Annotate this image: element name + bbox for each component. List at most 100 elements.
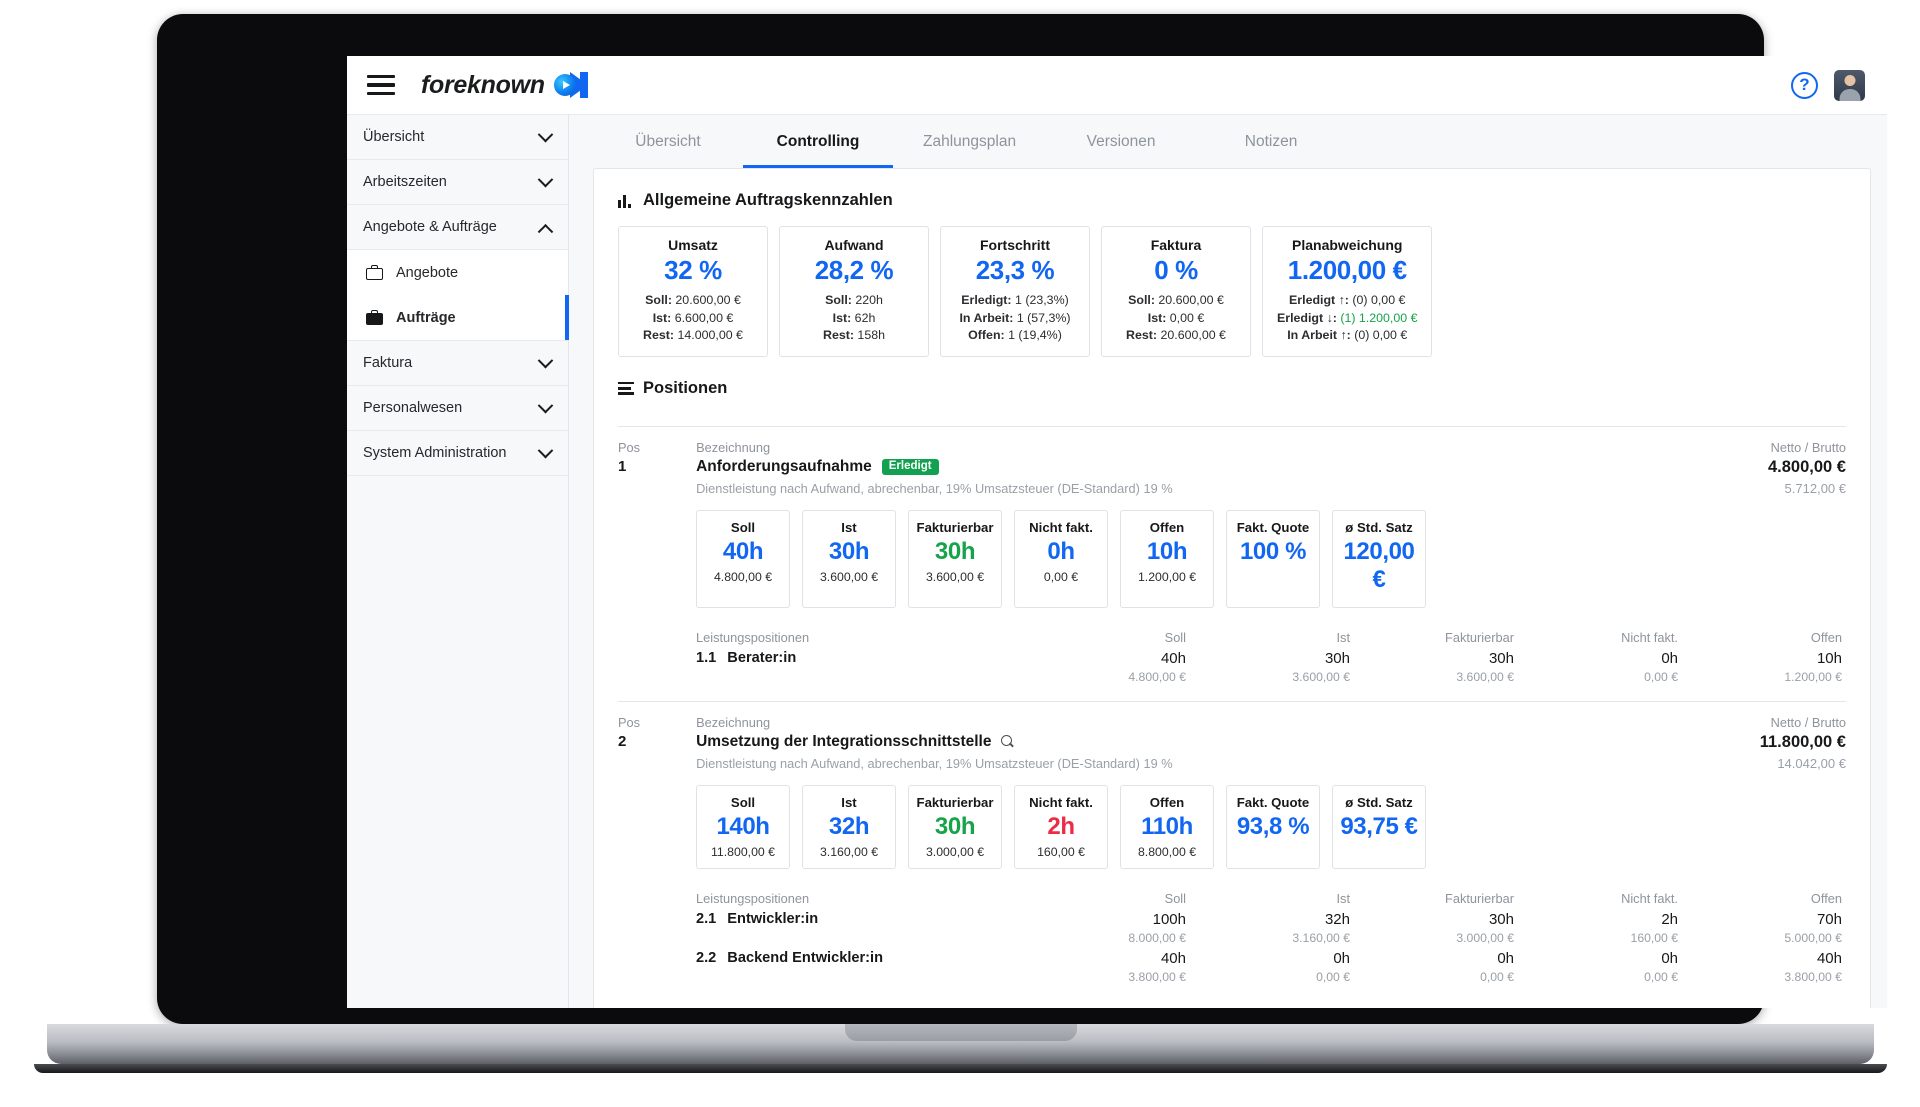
sidebar-group-angebote-auftraege[interactable]: Angebote & Aufträge <box>347 205 568 250</box>
position-title-row: Umsetzung der Integrationsschnittstelle <box>696 733 1173 751</box>
help-icon[interactable]: ? <box>1791 71 1818 99</box>
kpi-details: Erledigt ↑: (0) 0,00 € Erledigt ↓: (1) 1.… <box>1277 292 1417 345</box>
kpi-value: 28,2 % <box>814 255 894 285</box>
hamburger-line <box>367 91 395 95</box>
tab-notizen[interactable]: Notizen <box>1196 115 1346 168</box>
tab-label: Controlling <box>776 132 860 150</box>
service-line-money: 0,00 € <box>1316 969 1350 984</box>
positions-list: Pos 1 Bezeichnung Anforderungsaufnahme Erled… <box>618 414 1846 984</box>
avatar[interactable] <box>1834 69 1865 101</box>
sidebar-item-angebote[interactable]: Angebote <box>347 250 568 295</box>
briefcase-filled-icon <box>366 310 383 325</box>
sidebar-group-faktura[interactable]: Faktura <box>347 341 568 386</box>
sidebar-item-label: Angebote <box>396 264 459 281</box>
metric-label: Fakturierbar <box>916 519 994 535</box>
kpi-detail-key: Rest: <box>823 328 854 343</box>
service-line-hours: 40h <box>1160 649 1186 667</box>
kpi-label: Umsatz <box>668 237 718 253</box>
service-line-money: 4.800,00 € <box>1128 669 1186 684</box>
metric-label: Ist <box>841 794 857 810</box>
briefcase-outline-icon <box>366 265 383 280</box>
kpi-detail-value: 220h <box>851 293 883 307</box>
service-line-hours: 32h <box>1324 910 1350 928</box>
metric-money: 3.600,00 € <box>819 569 879 584</box>
metric-card: Offen 110h 8.800,00 € <box>1120 784 1214 869</box>
tab-uebersicht[interactable]: Übersicht <box>593 115 743 168</box>
hamburger-icon[interactable] <box>367 75 395 95</box>
sidebar-group-uebersicht[interactable]: Übersicht <box>347 115 568 160</box>
tab-label: Übersicht <box>635 132 701 150</box>
service-lines-label: Leistungspositionen <box>696 890 810 906</box>
metric-money: 3.600,00 € <box>925 569 985 584</box>
bar-chart-icon <box>618 194 634 208</box>
kpi-details: Erledigt: 1 (23,3%) In Arbeit: 1 (57,3%) O… <box>955 292 1075 345</box>
service-line-hours: 30h <box>1488 649 1514 667</box>
service-lines-column-header: Ist <box>1336 890 1350 906</box>
metric-label: ø Std. Satz <box>1345 794 1413 810</box>
top-bar-right: ? <box>1791 69 1865 101</box>
kpi-section-header: Allgemeine Auftragskennzahlen <box>618 191 1846 210</box>
kpi-detail-row: Erledigt ↑: (0) 0,00 € <box>1277 292 1417 310</box>
metric-card: Fakturierbar 30h 3.000,00 € <box>908 784 1002 869</box>
kpi-detail-row: In Arbeit: 1 (57,3%) <box>955 310 1075 328</box>
sidebar-group-system-administration[interactable]: System Administration <box>347 431 568 476</box>
service-line-hours: 30h <box>1488 910 1514 928</box>
kpi-detail-row: Erledigt ↓: (1) 1.200,00 € <box>1277 310 1417 328</box>
tab-label: Versionen <box>1086 132 1156 150</box>
kpi-detail-row: Ist: 6.600,00 € <box>633 310 753 328</box>
service-line-hours-row: 2.2 Backend Entwickler:in 40h 0h 0h 0h 40h <box>696 950 1846 967</box>
sidebar-group-label: Arbeitszeiten <box>363 174 447 190</box>
service-line-hours: 100h <box>1152 910 1186 928</box>
tab-controlling[interactable]: Controlling <box>743 115 893 168</box>
kpi-detail-value: (0) 0,00 € <box>1348 293 1406 307</box>
kpi-card: Fortschritt 23,3 % Erledigt: 1 (23,3%) In A… <box>940 226 1090 357</box>
metric-value: 30h <box>828 537 870 565</box>
position-header-left: Pos 2 Bezeichnung Umsetzung der Integration… <box>618 715 1173 771</box>
sidebar-item-label: Aufträge <box>396 309 456 326</box>
tab-versionen[interactable]: Versionen <box>1046 115 1196 168</box>
tab-bar: Übersicht Controlling Zahlungsplan Versi… <box>569 115 1887 168</box>
brand-logo[interactable]: foreknown <box>421 71 588 100</box>
metric-money: 4.800,00 € <box>713 569 773 584</box>
service-line-hours: 0h <box>1333 949 1350 967</box>
kpi-detail-row: Offen: 1 (19,4%) <box>955 327 1075 345</box>
kpi-detail-row: Rest: 20.600,00 € <box>1116 327 1236 345</box>
service-line-money: 0,00 € <box>1644 969 1678 984</box>
column-header-bezeichnung: Bezeichnung <box>696 439 771 455</box>
position-description: Dienstleistung nach Aufwand, abrechenbar… <box>696 755 1173 771</box>
service-line-money-row: 8.000,00 € 3.160,00 € 3.000,00 € 160,00 € 5.… <box>696 931 1846 945</box>
brand-name: foreknown <box>421 70 545 99</box>
metric-value: 0h <box>1047 537 1075 565</box>
sidebar-subnav: Angebote Aufträge <box>347 250 569 341</box>
kpi-detail-value: 14.000,00 € <box>674 328 743 343</box>
metric-card: Nicht fakt. 2h 160,00 € <box>1014 784 1108 869</box>
kpi-detail-row: Soll: 20.600,00 € <box>1116 292 1236 310</box>
kpi-detail-value: 20.600,00 € <box>671 293 741 307</box>
kpi-detail-value: (1) 1.200,00 € <box>1336 310 1418 325</box>
laptop-foot <box>34 1064 1887 1073</box>
metric-label: Soll <box>730 794 756 810</box>
kpi-detail-value: 1 (23,3%) <box>1011 293 1069 307</box>
service-lines-table: Leistungspositionen Soll Ist Fakturierbar Ni… <box>696 891 1846 984</box>
sidebar-group-arbeitszeiten[interactable]: Arbeitszeiten <box>347 160 568 205</box>
service-line: 2.1 Entwickler:in 100h 32h 30h 2h 70h 8.000,00 … <box>696 911 1846 945</box>
kpi-card: Aufwand 28,2 % Soll: 220h Ist: 62h Rest: 158… <box>779 226 929 357</box>
metric-card: ø Std. Satz 93,75 € <box>1332 784 1426 869</box>
metric-value: 120,00 € <box>1343 537 1415 593</box>
kpi-detail-key: Ist: <box>652 310 672 325</box>
kpi-detail-key: Rest: <box>643 328 675 343</box>
positions-section-title: Positionen <box>643 378 728 397</box>
kpi-detail-value: 1 (57,3%) <box>1013 310 1071 325</box>
service-line-hours: 30h <box>1324 649 1350 667</box>
position-brutto: 14.042,00 € <box>1777 755 1846 771</box>
service-lines-label: Leistungspositionen <box>696 629 810 645</box>
sidebar-item-auftraege[interactable]: Aufträge <box>347 295 569 340</box>
tab-zahlungsplan[interactable]: Zahlungsplan <box>893 115 1046 168</box>
service-line-number: 1.1 <box>696 649 717 666</box>
sidebar-group-personalwesen[interactable]: Personalwesen <box>347 386 568 431</box>
kpi-detail-key: Erledigt ↓: <box>1277 310 1337 325</box>
kpi-detail-key: Offen: <box>968 328 1005 343</box>
search-icon[interactable] <box>1001 735 1014 748</box>
position-number: 2 <box>618 732 627 750</box>
